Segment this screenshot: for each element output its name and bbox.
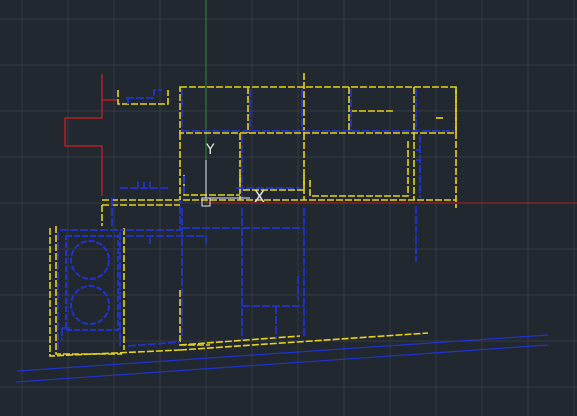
ucs-y-label: Y [205,142,215,158]
model-space-viewport[interactable]: Y X [0,0,577,416]
building-walls-yellow [49,73,457,357]
road-lines [15,334,549,383]
fixture-circles [65,235,119,331]
building-walls-blue [57,89,454,350]
annex-red-outline [64,74,118,196]
ucs-x-label: X [254,187,265,206]
drawing-canvas[interactable]: Y X [0,0,577,416]
